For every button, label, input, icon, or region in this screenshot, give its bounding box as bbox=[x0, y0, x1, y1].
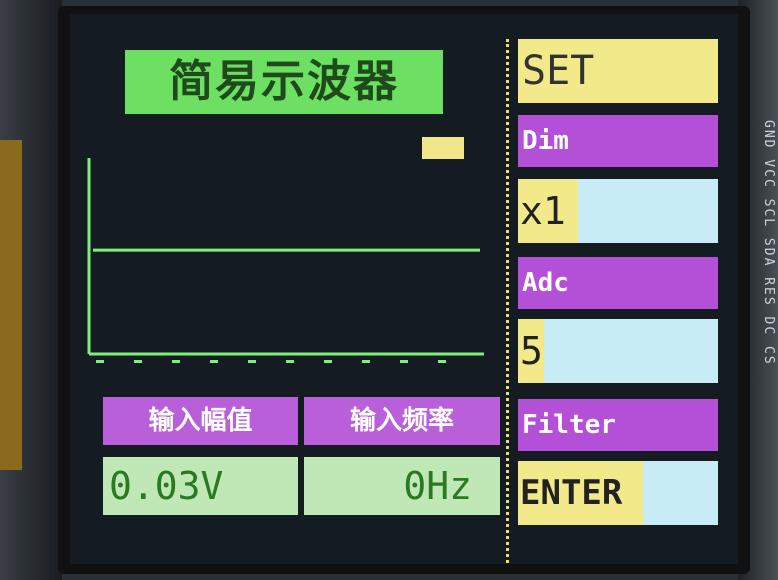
oscilloscope-title: 简易示波器 bbox=[125, 50, 443, 114]
enter-button[interactable]: ENTER bbox=[518, 461, 643, 525]
pcb-left-edge bbox=[0, 0, 62, 580]
dim-value: x1 bbox=[518, 179, 578, 243]
dim-value-field[interactable]: x1 bbox=[518, 179, 718, 243]
adc-value-field[interactable]: 5 bbox=[518, 319, 718, 383]
adc-value: 5 bbox=[518, 319, 544, 383]
x-axis-ticks bbox=[96, 360, 446, 363]
menu-divider bbox=[506, 39, 509, 564]
adc-button[interactable]: Adc bbox=[518, 257, 718, 309]
x-axis-tick bbox=[400, 360, 408, 363]
x-axis-tick bbox=[134, 360, 142, 363]
x-axis-tick bbox=[248, 360, 256, 363]
pin-labels: GND VCC SCL SDA RES DC CS bbox=[761, 120, 776, 366]
amplitude-value: 0.03V bbox=[103, 457, 298, 515]
x-axis-tick bbox=[210, 360, 218, 363]
x-axis-tick bbox=[286, 360, 294, 363]
set-button[interactable]: SET bbox=[518, 39, 718, 103]
x-axis-tick bbox=[324, 360, 332, 363]
pcb-connector-strip bbox=[0, 140, 22, 470]
dim-button[interactable]: Dim bbox=[518, 115, 718, 167]
x-axis-tick bbox=[96, 360, 104, 363]
lcd-screen: 简易示波器 输入幅值 输入频率 0.03V 0Hz SET Dim x1 Adc… bbox=[70, 14, 738, 564]
enter-field[interactable]: ENTER bbox=[518, 461, 718, 525]
waveform-plot bbox=[87, 158, 484, 363]
filter-button[interactable]: Filter bbox=[518, 399, 718, 451]
frequency-value: 0Hz bbox=[304, 457, 500, 515]
x-axis-tick bbox=[438, 360, 446, 363]
x-axis-tick bbox=[172, 360, 180, 363]
amplitude-label: 输入幅值 bbox=[103, 397, 298, 445]
frequency-label: 输入频率 bbox=[304, 397, 500, 445]
x-axis-tick bbox=[362, 360, 370, 363]
